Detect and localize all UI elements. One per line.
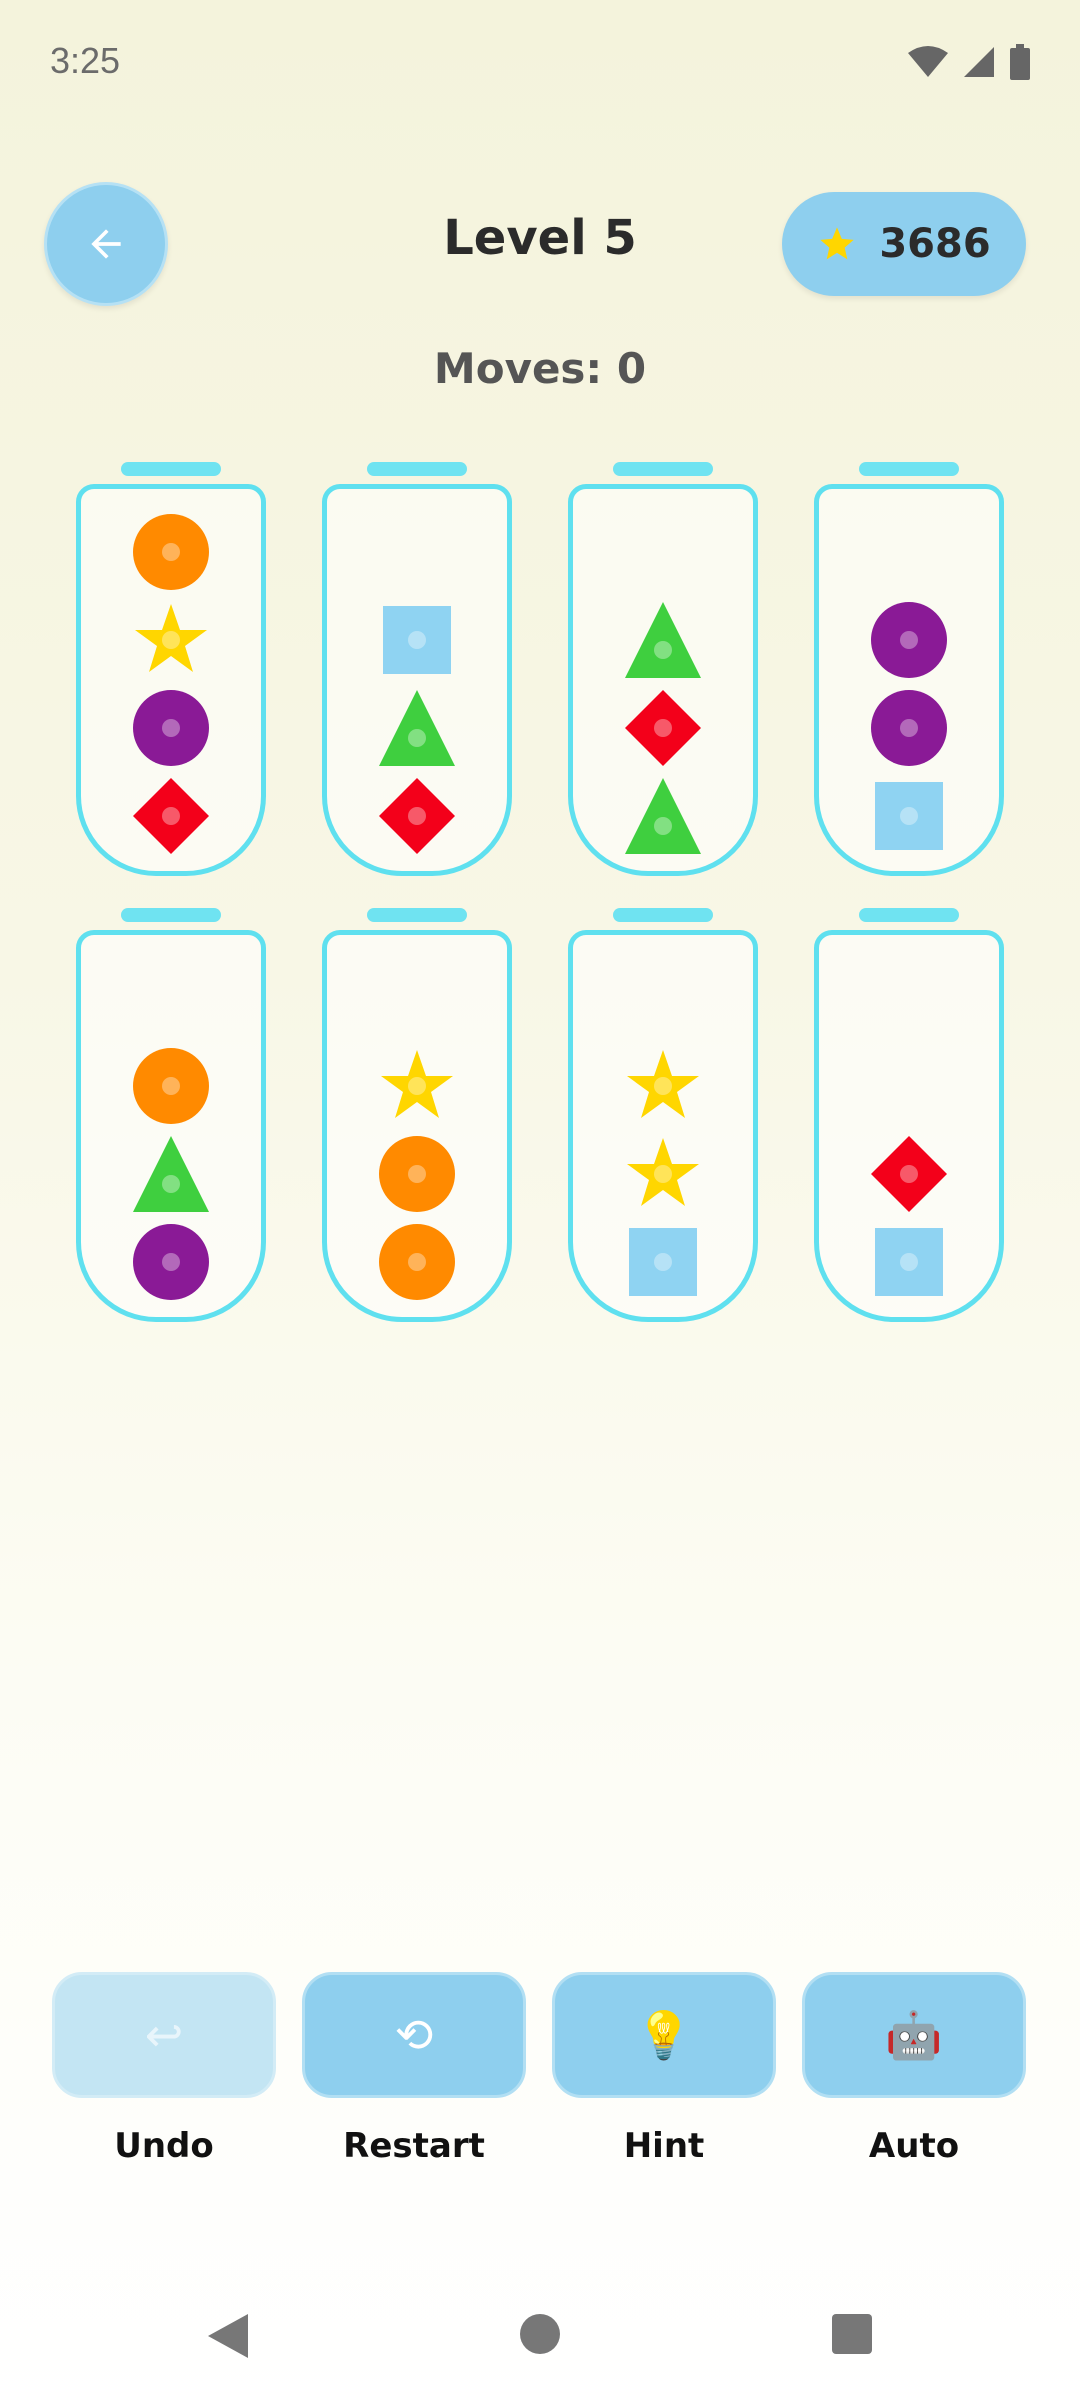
orange-circle-piece xyxy=(379,1136,455,1212)
auto-label: Auto xyxy=(868,2126,960,2166)
green-triangle-piece xyxy=(625,602,701,678)
red-diamond-piece xyxy=(133,778,209,854)
robot-icon: 🤖 xyxy=(885,2007,943,2062)
tube-cap xyxy=(859,462,959,476)
tube-4[interactable] xyxy=(814,462,1004,882)
tube-piece xyxy=(131,512,211,592)
green-triangle-piece xyxy=(625,778,701,854)
tube-7[interactable] xyxy=(568,908,758,1328)
orange-circle-piece xyxy=(133,1048,209,1124)
tube-piece xyxy=(131,688,211,768)
score-value: 3686 xyxy=(879,221,991,267)
nav-back-icon[interactable] xyxy=(206,2312,250,2360)
green-triangle-piece xyxy=(379,690,455,766)
status-bar: 3:25 xyxy=(0,0,1080,130)
tube-piece xyxy=(131,1046,211,1126)
tube-5[interactable] xyxy=(76,908,266,1328)
star-icon xyxy=(820,227,854,260)
yellow-star-piece xyxy=(381,1050,453,1118)
red-diamond-piece xyxy=(625,690,701,766)
tube-cap xyxy=(613,908,713,922)
tube-piece xyxy=(623,776,703,856)
green-triangle-piece xyxy=(133,1136,209,1212)
blue-square-piece xyxy=(629,1228,697,1296)
tube-cap xyxy=(121,908,221,922)
tube-piece xyxy=(623,688,703,768)
tube-1[interactable] xyxy=(76,462,266,882)
tube-piece xyxy=(131,1134,211,1214)
tube-piece xyxy=(869,600,949,680)
blue-square-piece xyxy=(875,1228,943,1296)
lightbulb-icon: 💡 xyxy=(635,2007,693,2062)
tube-piece xyxy=(377,776,457,856)
tube-piece xyxy=(377,600,457,680)
score-badge: 3686 xyxy=(782,192,1026,296)
purple-circle-piece xyxy=(871,690,947,766)
tube-piece xyxy=(623,1046,703,1126)
purple-circle-piece xyxy=(133,690,209,766)
hint-label: Hint xyxy=(623,2126,705,2166)
restart-action: ⟲ Restart xyxy=(302,1972,526,2166)
auto-button[interactable]: 🤖 xyxy=(802,1972,1026,2098)
orange-circle-piece xyxy=(133,514,209,590)
undo-button[interactable]: ↩ xyxy=(52,1972,276,2098)
tube-piece xyxy=(869,688,949,768)
tube-piece xyxy=(131,776,211,856)
tube-piece xyxy=(869,1222,949,1302)
nav-home-icon[interactable] xyxy=(520,2314,560,2354)
tube-piece xyxy=(869,1134,949,1214)
tube-cap xyxy=(367,462,467,476)
tube-piece xyxy=(869,776,949,856)
tube-3[interactable] xyxy=(568,462,758,882)
tube-piece xyxy=(131,1222,211,1302)
status-icons xyxy=(908,44,1030,80)
battery-icon xyxy=(1010,44,1030,80)
tube-cap xyxy=(859,908,959,922)
tube-8[interactable] xyxy=(814,908,1004,1328)
auto-action: 🤖 Auto xyxy=(802,1972,1026,2166)
tube-piece xyxy=(131,600,211,680)
restart-label: Restart xyxy=(343,2126,485,2166)
yellow-star-piece xyxy=(627,1138,699,1206)
undo-icon: ↩ xyxy=(144,2008,184,2062)
system-nav-bar xyxy=(0,2290,1080,2380)
nav-recents-icon[interactable] xyxy=(832,2314,872,2354)
blue-square-piece xyxy=(875,782,943,850)
undo-action: ↩ Undo xyxy=(52,1972,276,2166)
tube-cap xyxy=(613,462,713,476)
tube-piece xyxy=(623,1134,703,1214)
tube-piece xyxy=(623,1222,703,1302)
yellow-star-piece xyxy=(627,1050,699,1118)
tube-piece xyxy=(377,1134,457,1214)
signal-icon xyxy=(964,47,994,77)
hint-button[interactable]: 💡 xyxy=(552,1972,776,2098)
undo-label: Undo xyxy=(114,2126,214,2166)
purple-circle-piece xyxy=(871,602,947,678)
yellow-star-piece xyxy=(135,604,207,672)
status-time: 3:25 xyxy=(50,40,121,81)
red-diamond-piece xyxy=(379,778,455,854)
tube-cap xyxy=(121,462,221,476)
tube-piece xyxy=(623,600,703,680)
wifi-icon xyxy=(908,46,948,77)
orange-circle-piece xyxy=(379,1224,455,1300)
red-diamond-piece xyxy=(871,1136,947,1212)
purple-circle-piece xyxy=(133,1224,209,1300)
tube-6[interactable] xyxy=(322,908,512,1328)
restart-icon: ⟲ xyxy=(394,2008,434,2062)
tube-cap xyxy=(367,908,467,922)
tube-2[interactable] xyxy=(322,462,512,882)
tube-piece xyxy=(377,1222,457,1302)
moves-counter: Moves: 0 xyxy=(433,344,647,393)
restart-button[interactable]: ⟲ xyxy=(302,1972,526,2098)
tube-piece xyxy=(377,1046,457,1126)
tube-piece xyxy=(377,688,457,768)
blue-square-piece xyxy=(383,606,451,674)
hint-action: 💡 Hint xyxy=(552,1972,776,2166)
